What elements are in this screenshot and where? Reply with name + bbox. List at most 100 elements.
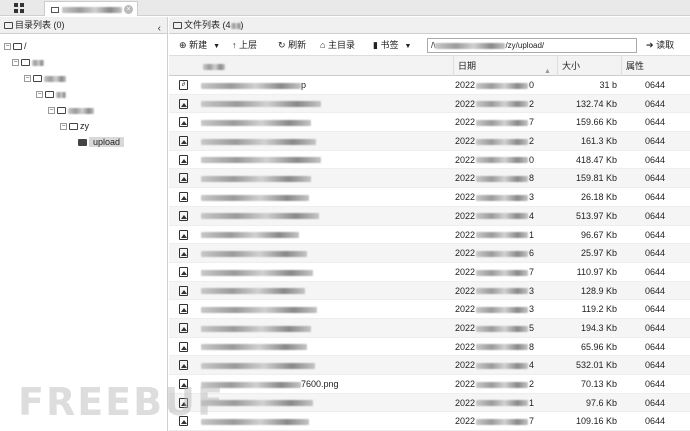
file-name[interactable]	[201, 282, 305, 300]
file-date: 2022 8	[455, 338, 534, 356]
column-name[interactable]	[199, 56, 451, 76]
file-permission[interactable]: 0644	[645, 76, 665, 94]
table-row[interactable]: 2022 8 65.96 Kb 0644	[169, 338, 690, 357]
file-permission[interactable]: 0644	[645, 282, 665, 300]
table-row[interactable]: 2022 4 513.97 Kb 0644	[169, 206, 690, 226]
up-button[interactable]: ↑ 上层	[232, 39, 257, 51]
file-permission[interactable]: 0644	[645, 300, 665, 318]
file-permission[interactable]: 0644	[645, 394, 665, 412]
file-name-redacted	[201, 250, 307, 257]
path-input[interactable]: /\/zy/upload/	[427, 38, 637, 53]
collapse-icon[interactable]: ‹	[158, 20, 161, 37]
tree-node-label: /	[24, 41, 27, 51]
file-name[interactable]	[201, 188, 309, 206]
file-name[interactable]	[201, 244, 307, 262]
file-name[interactable]: p	[201, 76, 306, 94]
table-row[interactable]: 2022 5 194.3 Kb 0644	[169, 318, 690, 338]
file-name[interactable]	[201, 300, 317, 318]
table-row[interactable]: 2022 7 110.97 Kb 0644	[169, 263, 690, 282]
file-name[interactable]	[201, 319, 311, 337]
file-date-start: 2022	[455, 136, 476, 147]
table-row[interactable]: 2022 4 532.01 Kb 0644	[169, 356, 690, 375]
file-name[interactable]	[201, 226, 299, 244]
home-button[interactable]: ⌂ 主目录	[320, 39, 355, 51]
collapse-toggle-icon[interactable]: −	[4, 43, 11, 51]
table-row[interactable]: ∂ p 2022 0 31 b 0644	[169, 76, 690, 95]
tree-node[interactable]: −	[36, 88, 66, 100]
file-permission[interactable]: 0644	[645, 244, 665, 262]
table-row[interactable]: 2022 3 26.18 Kb 0644	[169, 188, 690, 207]
file-permission[interactable]: 0644	[645, 412, 665, 430]
file-permission[interactable]: 0644	[645, 151, 665, 169]
file-name[interactable]	[201, 132, 316, 150]
file-date-end: 6	[529, 248, 535, 259]
table-row[interactable]: 2022 1 97.6 Kb 0644	[169, 393, 690, 413]
file-permission[interactable]: 0644	[645, 226, 665, 244]
file-permission[interactable]: 0644	[645, 207, 665, 225]
collapse-toggle-icon[interactable]: −	[48, 107, 55, 115]
refresh-button[interactable]: ↻ 刷新	[278, 39, 306, 51]
table-row[interactable]: 7600.png 2022 2 70.13 Kb 0644	[169, 375, 690, 394]
file-size: 194.3 Kb	[580, 322, 617, 333]
collapse-toggle-icon[interactable]: −	[36, 91, 43, 99]
read-button[interactable]: ➔ 读取	[646, 39, 674, 51]
file-date-start: 2022	[455, 322, 476, 333]
file-date-redacted	[476, 176, 529, 183]
file-name[interactable]	[201, 356, 315, 374]
tree-node[interactable]: − zy	[60, 120, 89, 132]
table-row[interactable]: 2022 6 25.97 Kb 0644	[169, 244, 690, 263]
new-button-label: 新建	[189, 40, 208, 50]
collapse-toggle-icon[interactable]: −	[24, 75, 31, 83]
table-row[interactable]: 2022 7 159.66 Kb 0644	[169, 113, 690, 133]
tree-node[interactable]: −	[12, 56, 44, 68]
file-permission[interactable]: 0644	[645, 263, 665, 281]
file-size: 513.97 Kb	[575, 210, 617, 221]
table-row[interactable]: 2022 8 159.81 Kb 0644	[169, 169, 690, 189]
file-date-end: 4	[529, 360, 535, 371]
table-row[interactable]: 2022 1 96.67 Kb 0644	[169, 226, 690, 245]
folder-icon	[173, 22, 182, 30]
file-name[interactable]	[201, 151, 321, 169]
tree-node[interactable]: − /	[4, 40, 27, 52]
file-permission[interactable]: 0644	[645, 95, 665, 113]
file-name[interactable]	[201, 207, 319, 225]
tree-node[interactable]: −	[24, 72, 66, 84]
file-permission[interactable]: 0644	[645, 113, 665, 131]
collapse-toggle-icon[interactable]: −	[60, 123, 67, 131]
file-permission[interactable]: 0644	[645, 375, 665, 393]
file-permission[interactable]: 0644	[645, 356, 665, 374]
table-row[interactable]: 2022 3 119.2 Kb 0644	[169, 300, 690, 319]
table-row[interactable]: 2022 2 161.3 Kb 0644	[169, 132, 690, 151]
file-name[interactable]	[201, 95, 321, 113]
column-perm[interactable]: 属性	[621, 56, 690, 76]
file-name-redacted	[201, 325, 311, 332]
table-row[interactable]: 2022 2 132.74 Kb 0644	[169, 94, 690, 114]
file-name[interactable]	[201, 263, 313, 281]
collapse-toggle-icon[interactable]: −	[12, 59, 19, 67]
file-permission[interactable]: 0644	[645, 319, 665, 337]
file-permission[interactable]: 0644	[645, 169, 665, 187]
table-row[interactable]: 2022 3 128.9 Kb 0644	[169, 281, 690, 301]
directory-panel-header: 目录列表 (0) ‹	[0, 17, 167, 34]
file-permission[interactable]: 0644	[645, 188, 665, 206]
file-name[interactable]	[201, 169, 311, 187]
tree-node[interactable]: upload	[78, 136, 125, 148]
tree-node[interactable]: −	[48, 104, 94, 116]
new-button[interactable]: ⊕ 新建 ▼	[179, 39, 220, 51]
tab-file-manager[interactable]: ×	[44, 1, 138, 16]
file-permission[interactable]: 0644	[645, 132, 665, 150]
file-date-redacted	[476, 400, 529, 407]
table-row[interactable]: 2022 7 109.16 Kb 0644	[169, 412, 690, 431]
file-date-redacted	[476, 157, 529, 164]
file-date-end: 4	[529, 210, 535, 221]
column-size[interactable]: 大小	[557, 56, 621, 76]
grid-menu-icon[interactable]	[14, 3, 26, 13]
close-icon[interactable]: ×	[124, 5, 133, 14]
file-name[interactable]	[201, 113, 311, 131]
bookmark-button[interactable]: ▮ 书签 ▼	[373, 39, 411, 51]
file-permission[interactable]: 0644	[645, 338, 665, 356]
column-date[interactable]: 日期 ▲	[453, 56, 557, 76]
column-name-redacted	[203, 63, 225, 70]
file-name[interactable]	[201, 338, 307, 356]
table-row[interactable]: 2022 0 418.47 Kb 0644	[169, 151, 690, 170]
